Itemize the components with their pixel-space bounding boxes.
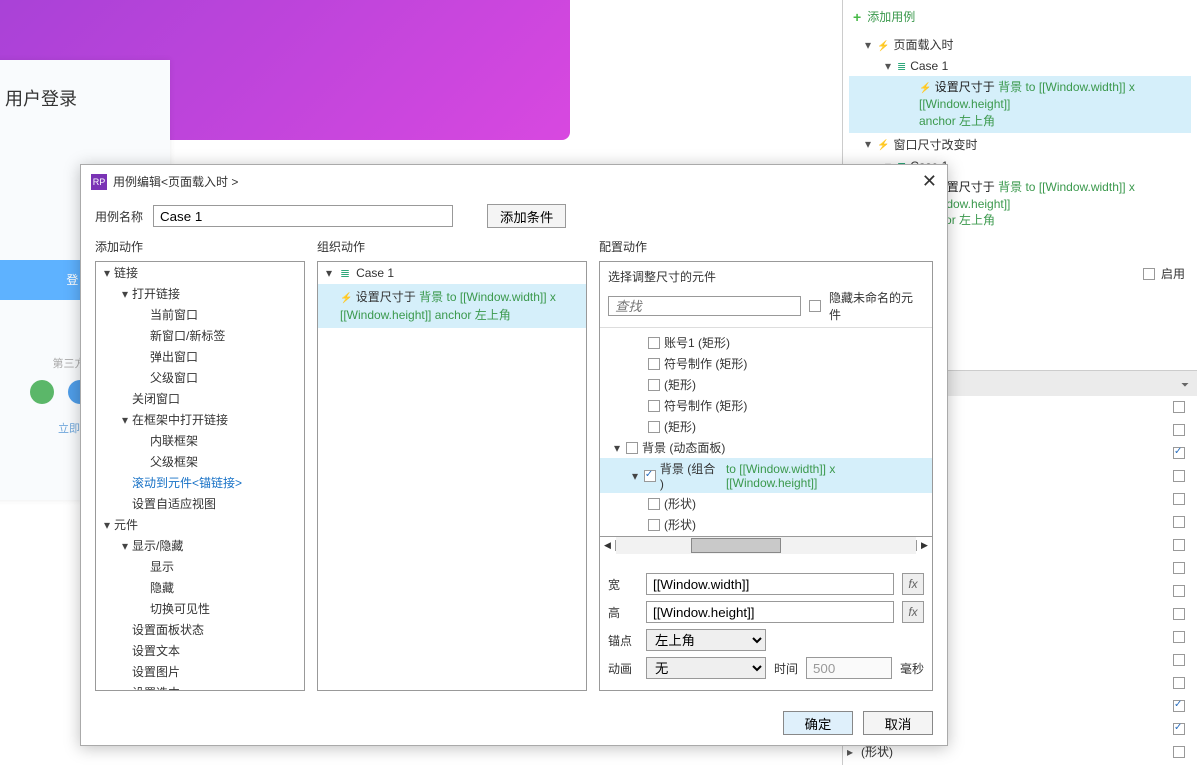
enable-row[interactable]: 启用 <box>1143 265 1185 282</box>
hide-unnamed-checkbox[interactable] <box>809 300 821 312</box>
configure-action-label: 配置动作 <box>599 238 933 261</box>
case-node-label: Case 1 <box>356 266 394 280</box>
time-input[interactable] <box>806 657 892 679</box>
widget-tree-node[interactable]: 账号1 (矩形) <box>600 332 932 353</box>
organize-action-column: 组织动作 ▾ Case 1 设置尺寸于 背景 to [[Window.width… <box>317 238 587 691</box>
configure-subtitle: 选择调整尺寸的元件 <box>608 270 716 284</box>
action-tree-node[interactable]: 设置面板状态 <box>96 619 304 640</box>
organize-action-label: 组织动作 <box>317 238 587 261</box>
fx-height-button[interactable]: fx <box>902 601 924 623</box>
action-tree-node[interactable]: ▾设置选中 <box>96 682 304 691</box>
rp-logo-icon: RP <box>91 174 107 190</box>
action-tree-node[interactable]: 设置图片 <box>96 661 304 682</box>
height-input[interactable] <box>646 601 894 623</box>
action-tree-node[interactable]: 新窗口/新标签 <box>96 325 304 346</box>
scroll-right-icon[interactable]: ▶ <box>916 540 932 551</box>
time-unit: 毫秒 <box>900 660 924 677</box>
action-tree-node[interactable]: 关闭窗口 <box>96 388 304 409</box>
case-name-input[interactable] <box>153 205 453 227</box>
hide-unnamed-label: 隐藏未命名的元件 <box>829 289 924 323</box>
action-tree-node[interactable]: ▾元件 <box>96 514 304 535</box>
action-tree-node[interactable]: ▾在框架中打开链接 <box>96 409 304 430</box>
dialog-title: 用例编辑<页面载入时 > <box>113 173 238 190</box>
action-tree-node[interactable]: ▾打开链接 <box>96 283 304 304</box>
add-action-label: 添加动作 <box>95 238 305 261</box>
action-tree-node[interactable]: 弹出窗口 <box>96 346 304 367</box>
action-row[interactable]: 设置尺寸于 背景 to [[Window.width]] x [[Window.… <box>849 76 1191 133</box>
filter-icon[interactable] <box>1181 377 1189 391</box>
action-tree[interactable]: ▾链接▾打开链接当前窗口新窗口/新标签弹出窗口父级窗口关闭窗口▾在框架中打开链接… <box>95 261 305 691</box>
action-mid: to <box>443 290 460 304</box>
widget-search-input[interactable] <box>608 296 801 316</box>
height-label: 高 <box>608 604 638 621</box>
time-label: 时间 <box>774 660 798 677</box>
scroll-thumb[interactable] <box>691 538 781 553</box>
case-name-label: 用例名称 <box>95 208 143 225</box>
organize-tree[interactable]: ▾ Case 1 设置尺寸于 背景 to [[Window.width]] x … <box>317 261 587 691</box>
case-node[interactable]: ▾ Case 1 <box>318 262 586 284</box>
widget-tree-node[interactable]: (矩形) <box>600 416 932 437</box>
ok-button[interactable]: 确定 <box>783 711 853 735</box>
action-tree-node[interactable]: 切换可见性 <box>96 598 304 619</box>
anchor-label: 锚点 <box>608 632 638 649</box>
plus-icon: + <box>853 9 861 25</box>
cancel-button[interactable]: 取消 <box>863 711 933 735</box>
widget-tree-node[interactable]: 符号制作 (矩形) <box>600 353 932 374</box>
width-label: 宽 <box>608 576 638 593</box>
action-tree-node[interactable]: ▾链接 <box>96 262 304 283</box>
action-tree-node[interactable]: 显示 <box>96 556 304 577</box>
event-node[interactable]: ▾ 页面载入时 <box>849 33 1191 56</box>
action-tree-node[interactable]: 隐藏 <box>96 577 304 598</box>
action-tree-node[interactable]: 当前窗口 <box>96 304 304 325</box>
action-tree-node[interactable]: 内联框架 <box>96 430 304 451</box>
event-node[interactable]: ▾ 窗口尺寸改变时 <box>849 133 1191 156</box>
add-case-label: 添加用例 <box>867 8 915 25</box>
enable-label: 启用 <box>1161 265 1185 282</box>
dialog-titlebar: RP 用例编辑<页面载入时 > ✕ <box>81 165 947 198</box>
h-scrollbar[interactable]: ◀ ▶ <box>600 536 932 554</box>
widget-tree-node[interactable]: (形状) <box>600 514 932 535</box>
action-tree-node[interactable]: 父级框架 <box>96 451 304 472</box>
add-action-column: 添加动作 ▾链接▾打开链接当前窗口新窗口/新标签弹出窗口父级窗口关闭窗口▾在框架… <box>95 238 305 691</box>
anim-select[interactable]: 无 <box>646 657 766 679</box>
configure-action-column: 配置动作 选择调整尺寸的元件 隐藏未命名的元件 账号1 (矩形)符号制作 (矩形… <box>599 238 933 691</box>
login-title: 用户登录 <box>0 60 170 111</box>
widget-tree-node[interactable]: ▾背景 (组合 ) to [[Window.width]] x [[Window… <box>600 458 932 493</box>
add-condition-button[interactable]: 添加条件 <box>487 204 566 228</box>
configure-form: 宽 fx 高 fx 锚点 左上角 动画 无 <box>600 562 932 690</box>
widget-tree-node[interactable]: (形状) <box>600 493 932 514</box>
case-action-row[interactable]: 设置尺寸于 背景 to [[Window.width]] x [[Window.… <box>318 284 586 328</box>
widget-tree-node[interactable]: 符号制作 (矩形) <box>600 395 932 416</box>
close-icon[interactable]: ✕ <box>922 171 937 192</box>
action-tree-node[interactable]: 设置文本 <box>96 640 304 661</box>
width-input[interactable] <box>646 573 894 595</box>
configure-box: 选择调整尺寸的元件 隐藏未命名的元件 账号1 (矩形)符号制作 (矩形)(矩形)… <box>599 261 933 691</box>
action-target: 背景 <box>419 290 443 304</box>
bolt-icon <box>340 290 352 304</box>
scroll-track[interactable] <box>616 537 916 554</box>
action-tree-node[interactable]: 滚动到元件<锚链接> <box>96 472 304 493</box>
twist-icon[interactable]: ▾ <box>324 266 334 280</box>
widget-tree[interactable]: 账号1 (矩形)符号制作 (矩形)(矩形)符号制作 (矩形)(矩形)▾背景 (动… <box>600 327 932 536</box>
add-case-link[interactable]: + 添加用例 <box>843 0 1197 33</box>
action-tree-node[interactable]: 父级窗口 <box>96 367 304 388</box>
action-anchor: anchor 左上角 <box>431 308 510 322</box>
action-tree-node[interactable]: ▾显示/隐藏 <box>96 535 304 556</box>
action-tree-node[interactable]: 设置自适应视图 <box>96 493 304 514</box>
widget-tree-node[interactable]: (矩形) <box>600 374 932 395</box>
widget-tree-node[interactable]: ▾背景 (动态面板) <box>600 437 932 458</box>
anchor-select[interactable]: 左上角 <box>646 629 766 651</box>
case-editor-dialog: RP 用例编辑<页面载入时 > ✕ 用例名称 添加条件 添加动作 ▾链接▾打开链… <box>80 164 948 746</box>
enable-checkbox[interactable] <box>1143 268 1155 280</box>
sitemap-icon <box>340 266 350 280</box>
scroll-left-icon[interactable]: ◀ <box>600 540 616 551</box>
fx-width-button[interactable]: fx <box>902 573 924 595</box>
wechat-icon[interactable] <box>30 380 54 404</box>
action-prefix: 设置尺寸于 <box>356 290 419 304</box>
case-node[interactable]: ▾ Case 1 <box>849 56 1191 76</box>
anim-label: 动画 <box>608 660 638 677</box>
